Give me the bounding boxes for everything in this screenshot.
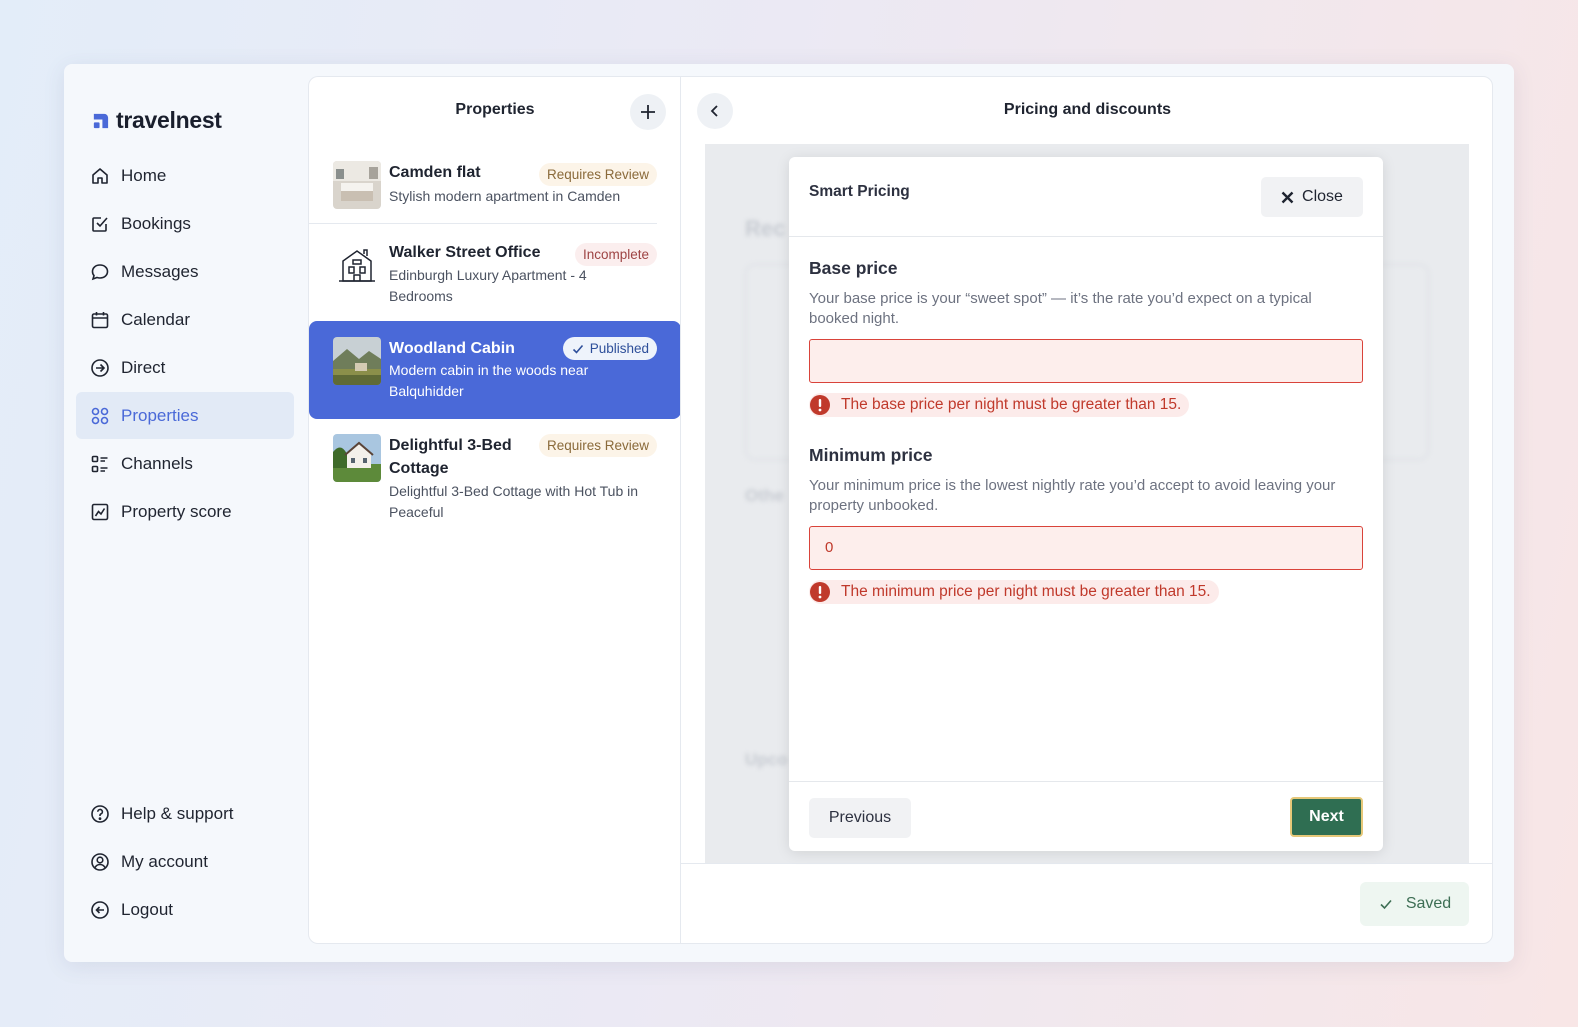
base-price-input[interactable] bbox=[809, 339, 1363, 383]
nav-item-property-score[interactable]: Property score bbox=[76, 488, 294, 535]
nav-item-help[interactable]: Help & support bbox=[76, 790, 294, 837]
add-property-button[interactable] bbox=[630, 94, 666, 130]
nav-label: Direct bbox=[121, 357, 166, 377]
nav-label: Properties bbox=[121, 405, 199, 425]
property-thumbnail bbox=[333, 161, 381, 209]
property-description: Modern cabin in the woods near Balquhidd… bbox=[389, 362, 589, 399]
check-icon bbox=[572, 344, 583, 354]
channels-list-icon bbox=[90, 454, 110, 474]
main-nav: Home Bookings Messages Calendar Direct P… bbox=[76, 152, 294, 536]
property-item-delightful-cottage[interactable]: Delightful 3-Bed Cottage Delightful 3-Be… bbox=[309, 434, 681, 534]
page-title: Pricing and discounts bbox=[681, 101, 1494, 119]
close-label: Close bbox=[1302, 188, 1343, 205]
modal-footer: Previous Next bbox=[789, 781, 1383, 851]
property-thumbnail bbox=[333, 337, 381, 385]
property-name: Delightful 3-Bed Cottage bbox=[389, 437, 512, 477]
property-description: Stylish modern apartment in Camden bbox=[389, 188, 621, 204]
property-thumbnail bbox=[333, 434, 381, 482]
chart-icon bbox=[90, 502, 110, 522]
minimum-price-label: Minimum price bbox=[809, 445, 933, 465]
saved-label: Saved bbox=[1405, 895, 1452, 912]
minimum-price-help: Your minimum price is the lowest nightly… bbox=[809, 477, 1336, 514]
nav-label: Channels bbox=[121, 453, 193, 473]
home-icon bbox=[90, 166, 110, 186]
properties-title: Properties bbox=[455, 101, 535, 118]
nav-item-direct[interactable]: Direct bbox=[76, 344, 294, 391]
error-icon bbox=[810, 582, 830, 602]
nav-item-properties[interactable]: Properties bbox=[76, 392, 294, 439]
status-badge: Requires Review bbox=[538, 163, 657, 186]
status-label: Published bbox=[589, 341, 649, 356]
property-description: Edinburgh Luxury Apartment - 4 Bedrooms bbox=[389, 267, 587, 304]
status-badge: Incomplete bbox=[574, 243, 657, 266]
logo[interactable]: travelnest bbox=[91, 107, 222, 134]
message-bubble-icon bbox=[90, 262, 110, 282]
nav-item-home[interactable]: Home bbox=[76, 152, 294, 199]
property-name: Walker Street Office bbox=[389, 244, 541, 261]
modal-title: Smart Pricing bbox=[809, 183, 910, 200]
account-icon bbox=[90, 852, 110, 872]
page-title-text: Pricing and discounts bbox=[1003, 101, 1172, 118]
divider bbox=[309, 223, 657, 224]
status-badge: Requires Review bbox=[538, 434, 657, 457]
building-icon bbox=[333, 241, 381, 289]
nav-item-messages[interactable]: Messages bbox=[76, 248, 294, 295]
smart-pricing-modal: Smart Pricing Close Base price Your base… bbox=[789, 157, 1383, 851]
close-icon bbox=[1281, 191, 1294, 203]
help-icon bbox=[90, 804, 110, 824]
calendar-icon bbox=[90, 310, 110, 330]
blurred-subheading: Upco bbox=[745, 750, 788, 769]
property-item-camden-flat[interactable]: Camden flat Stylish modern apartment in … bbox=[309, 161, 681, 223]
status-badge: Published bbox=[562, 337, 657, 360]
nav-label: Home bbox=[121, 165, 167, 185]
blurred-heading: Rec bbox=[745, 216, 786, 241]
nav-label: Property score bbox=[121, 501, 232, 521]
footer-divider bbox=[681, 863, 1492, 864]
blurred-subheading: Othe bbox=[745, 486, 784, 505]
nav-item-bookings[interactable]: Bookings bbox=[76, 200, 294, 247]
secondary-nav: Help & support My account Logout bbox=[76, 790, 294, 934]
properties-panel: Properties Camden flat Stylish modern ap… bbox=[308, 76, 681, 944]
nav-label: Messages bbox=[121, 261, 199, 281]
nav-label: Help & support bbox=[121, 803, 234, 823]
nav-item-channels[interactable]: Channels bbox=[76, 440, 294, 487]
direct-arrow-icon bbox=[90, 358, 110, 378]
base-price-help: Your base price is your “sweet spot” — i… bbox=[809, 290, 1312, 327]
sidebar: travelnest Home Bookings Messages Calend… bbox=[64, 64, 306, 962]
nav-item-logout[interactable]: Logout bbox=[76, 886, 294, 933]
bookings-check-icon bbox=[90, 214, 110, 234]
error-icon bbox=[810, 395, 830, 415]
property-item-woodland-cabin[interactable]: Woodland Cabin Modern cabin in the woods… bbox=[309, 321, 681, 419]
nav-label: Logout bbox=[121, 899, 173, 919]
minimum-price-error: The minimum price per night must be grea… bbox=[809, 580, 1219, 604]
check-icon bbox=[1380, 899, 1392, 910]
nav-item-calendar[interactable]: Calendar bbox=[76, 296, 294, 343]
plus-icon bbox=[641, 105, 655, 119]
saved-button[interactable]: Saved bbox=[1360, 882, 1469, 926]
property-item-walker-street-office[interactable]: Walker Street Office Edinburgh Luxury Ap… bbox=[309, 241, 681, 321]
base-price-label: Base price bbox=[809, 258, 898, 278]
nav-label: Calendar bbox=[121, 309, 190, 329]
error-text: The base price per night must be greater… bbox=[841, 396, 1182, 413]
previous-button[interactable]: Previous bbox=[809, 798, 911, 838]
minimum-price-input[interactable]: 0 bbox=[809, 526, 1363, 570]
nav-label: Bookings bbox=[121, 213, 191, 233]
error-text: The minimum price per night must be grea… bbox=[841, 583, 1211, 600]
logout-icon bbox=[90, 900, 110, 920]
nav-item-my-account[interactable]: My account bbox=[76, 838, 294, 885]
brand-name: travelnest bbox=[116, 107, 222, 133]
property-name: Camden flat bbox=[389, 164, 481, 181]
base-price-error: The base price per night must be greater… bbox=[809, 393, 1190, 417]
modal-header: Smart Pricing Close bbox=[789, 157, 1383, 237]
property-name: Woodland Cabin bbox=[389, 340, 515, 357]
logo-icon bbox=[93, 113, 109, 129]
property-description: Delightful 3-Bed Cottage with Hot Tub in… bbox=[389, 483, 639, 520]
next-button[interactable]: Next bbox=[1290, 797, 1363, 837]
grid-icon bbox=[90, 406, 110, 426]
nav-label: My account bbox=[121, 851, 208, 871]
close-button[interactable]: Close bbox=[1261, 177, 1363, 217]
